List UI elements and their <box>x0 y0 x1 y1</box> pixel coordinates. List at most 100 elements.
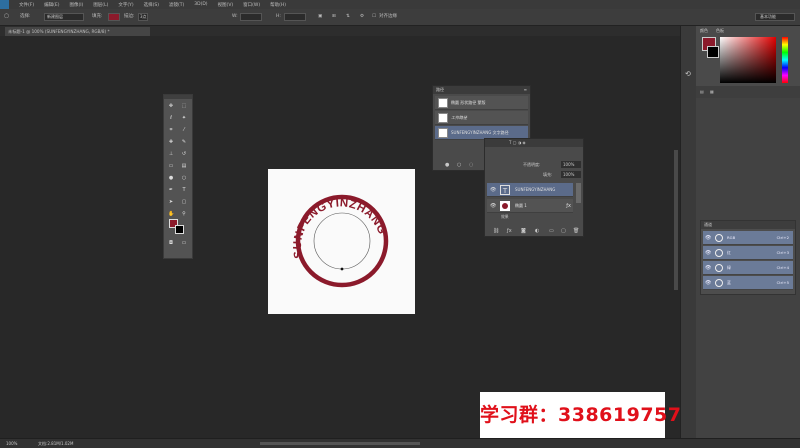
adjustment-layer-icon[interactable]: ◐ <box>535 228 539 234</box>
menu-3d[interactable]: 3D(D) <box>194 2 207 7</box>
lasso-tool-icon[interactable]: ℓ <box>168 115 174 121</box>
layer-row[interactable]: 👁 椭圆 1 ƒx <box>487 199 573 213</box>
layer-visibility-eye-icon[interactable]: 👁 <box>490 199 496 213</box>
opacity-label: 不透明度: <box>523 162 541 167</box>
marquee-tool-icon[interactable]: ⬚ <box>181 103 187 109</box>
layer-effect-row[interactable]: 效果 <box>501 214 509 220</box>
eyedropper-tool-icon[interactable]: ⁄ <box>181 127 187 133</box>
menu-filter[interactable]: 滤镜(T) <box>169 2 184 8</box>
add-style-icon[interactable]: ƒx <box>507 228 512 234</box>
link-layers-icon[interactable]: ⛓ <box>493 228 499 234</box>
height-field[interactable] <box>284 13 306 21</box>
healing-brush-tool-icon[interactable]: ✚ <box>168 139 174 145</box>
layer-visibility-eye-icon[interactable]: 👁 <box>490 183 496 197</box>
channel-eye-icon[interactable]: 👁 <box>705 246 711 260</box>
width-field[interactable] <box>240 13 262 21</box>
document-tab[interactable]: 未标题-1 @ 100% (SUNFENGYINZHANG, RGB/8) * <box>5 27 150 36</box>
mode-label: 选择: <box>20 14 31 19</box>
fill-swatch[interactable] <box>108 13 120 21</box>
layers-scrollbar[interactable] <box>576 183 581 203</box>
hand-tool-icon[interactable]: ✋ <box>168 211 174 217</box>
path-row[interactable]: 工作路径 <box>435 111 528 125</box>
magic-wand-tool-icon[interactable]: ✦ <box>181 115 187 121</box>
panel-menu-icon[interactable]: ≡ <box>524 87 527 92</box>
channel-row[interactable]: 👁 RGB Ctrl+2 <box>703 231 793 245</box>
menu-image[interactable]: 图像(I) <box>69 2 83 8</box>
layers-panel-header[interactable]: T ▢ ◑ ◈ <box>485 139 583 147</box>
type-tool-icon[interactable]: T <box>181 187 187 193</box>
path-ops-icon[interactable]: ▣ <box>318 13 322 21</box>
stamp-anchor-point[interactable] <box>340 267 344 271</box>
paths-panel-header[interactable]: 路径 ≡ <box>433 86 530 94</box>
menu-layer[interactable]: 图层(L) <box>93 2 108 8</box>
menu-view[interactable]: 视图(V) <box>218 2 234 8</box>
menu-edit[interactable]: 编辑(E) <box>44 2 59 8</box>
menu-type[interactable]: 文字(Y) <box>118 2 133 8</box>
history-brush-tool-icon[interactable]: ↺ <box>181 151 187 157</box>
brush-tool-icon[interactable]: ✎ <box>181 139 187 145</box>
adjustments-tab-icon[interactable]: ▤ <box>700 89 704 94</box>
color-panel-background-swatch[interactable] <box>707 46 719 58</box>
path-align-icon[interactable]: ⊞ <box>332 13 336 21</box>
menu-select[interactable]: 选择(S) <box>144 2 159 8</box>
history-panel-icon[interactable]: ⟲ <box>685 70 691 78</box>
swatches-tab[interactable]: 色板 <box>716 28 724 34</box>
channels-panel-header[interactable]: 通道 <box>701 221 795 229</box>
document-canvas[interactable]: SUNFENGYINZHANG <box>268 169 415 314</box>
delete-layer-icon[interactable]: 🗑 <box>573 228 579 234</box>
photoshop-logo-icon[interactable] <box>0 0 9 9</box>
fill-opacity-field[interactable]: 100% <box>561 171 581 178</box>
color-tab[interactable]: 颜色 <box>700 28 708 34</box>
crop-tool-icon[interactable]: ⌗ <box>168 127 174 133</box>
path-thumbnail-icon <box>438 98 448 108</box>
menu-window[interactable]: 窗口(W) <box>243 2 260 8</box>
shape-tool-icon[interactable]: ▢ <box>181 199 187 205</box>
channel-eye-icon[interactable]: 👁 <box>705 261 711 275</box>
channel-eye-icon[interactable]: 👁 <box>705 276 711 290</box>
tool-preset-icon[interactable]: ◯ <box>4 13 9 21</box>
fx-icon[interactable]: ƒx <box>566 199 571 213</box>
pen-tool-icon[interactable]: ✒ <box>168 187 174 193</box>
menu-help[interactable]: 帮助(H) <box>270 2 286 8</box>
dodge-tool-icon[interactable]: ○ <box>181 175 187 181</box>
hue-slider[interactable] <box>782 37 788 83</box>
toolbox-grip[interactable] <box>164 95 192 99</box>
path-selection-tool-icon[interactable]: ➤ <box>168 199 174 205</box>
blur-tool-icon[interactable]: ● <box>168 175 174 181</box>
layers-panel: T ▢ ◑ ◈ 不透明度: 100% 填充: 100% 👁 T SUNFENGY… <box>484 138 584 237</box>
workspace-select[interactable]: 基本功能 <box>755 13 795 21</box>
new-group-icon[interactable]: ▭ <box>549 228 554 234</box>
add-mask-icon[interactable]: ◙ <box>521 228 526 234</box>
stroke-path-icon[interactable]: ○ <box>457 162 461 168</box>
align-edges-checkbox[interactable]: ☐ <box>372 13 376 21</box>
channel-row[interactable]: 👁 绿 Ctrl+4 <box>703 261 793 275</box>
opacity-field[interactable]: 100% <box>561 161 581 168</box>
path-arrange-icon[interactable]: ⇅ <box>346 13 350 21</box>
horizontal-scrollbar[interactable] <box>260 442 420 445</box>
background-color-swatch[interactable] <box>175 225 184 234</box>
zoom-tool-icon[interactable]: ⚲ <box>181 211 187 217</box>
color-spectrum-field[interactable] <box>720 37 776 83</box>
new-layer-icon[interactable]: ▢ <box>561 228 566 234</box>
eraser-tool-icon[interactable]: ▭ <box>168 163 174 169</box>
gear-icon[interactable]: ⚙ <box>360 13 364 21</box>
layer-row[interactable]: 👁 T SUNFENGYINZHANG <box>487 183 573 197</box>
workspace-scrollbar[interactable] <box>674 150 678 290</box>
menu-file[interactable]: 文件(F) <box>19 2 34 8</box>
channel-eye-icon[interactable]: 👁 <box>705 231 711 245</box>
channel-row[interactable]: 👁 红 Ctrl+3 <box>703 246 793 260</box>
screen-mode-icon[interactable]: ▭ <box>181 240 187 246</box>
layer-filter-icons[interactable]: T ▢ ◑ ◈ <box>509 140 526 145</box>
mode-select[interactable]: 新建图层 <box>44 13 84 21</box>
channel-row[interactable]: 👁 蓝 Ctrl+5 <box>703 276 793 290</box>
load-selection-icon[interactable]: ◌ <box>469 162 473 168</box>
zoom-level[interactable]: 100% <box>6 441 17 446</box>
clone-stamp-tool-icon[interactable]: ⊥ <box>168 151 174 157</box>
fill-path-icon[interactable]: ● <box>445 162 449 168</box>
move-tool-icon[interactable]: ✥ <box>168 103 174 109</box>
quick-mask-icon[interactable]: ◘ <box>168 240 174 246</box>
path-row[interactable]: 椭圆 形状路径 蒙版 <box>435 96 528 110</box>
styles-tab-icon[interactable]: ▦ <box>710 89 714 94</box>
gradient-tool-icon[interactable]: ▤ <box>181 163 187 169</box>
stroke-width-field[interactable]: 3点 <box>138 13 148 21</box>
